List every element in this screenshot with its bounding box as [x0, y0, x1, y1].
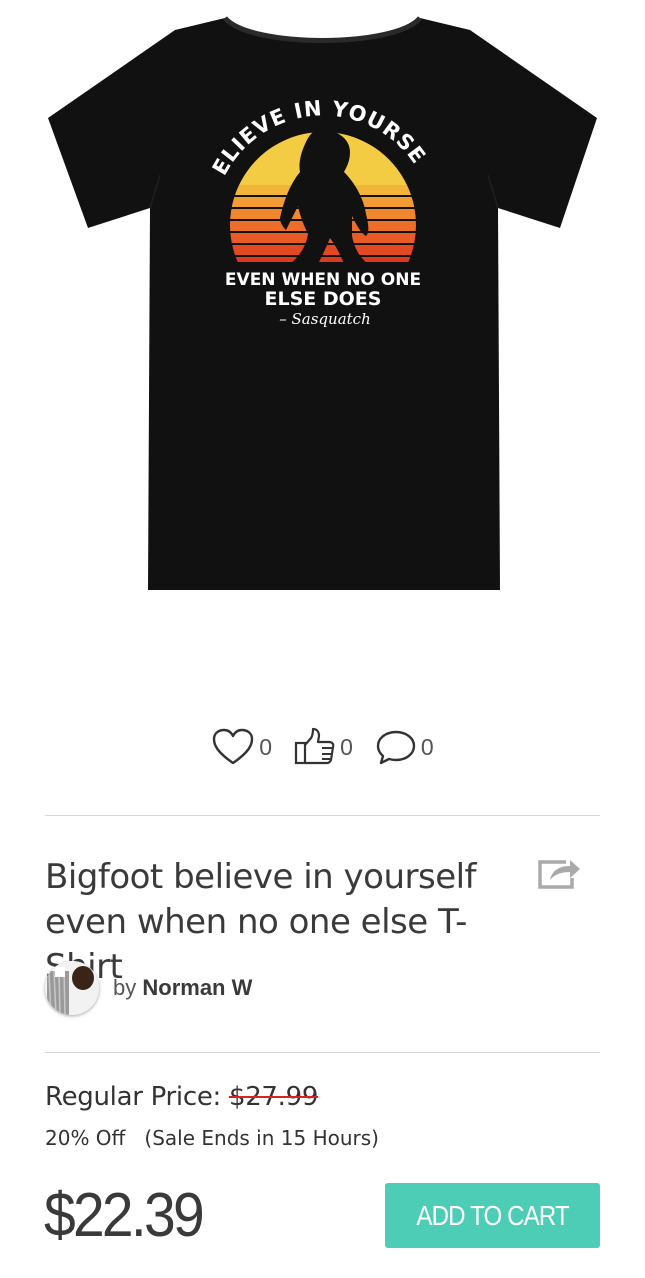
heart-icon — [213, 728, 254, 765]
sale-price: $22.39 — [44, 1181, 205, 1250]
print-signature: – Sasquatch — [279, 310, 370, 328]
favorite-count: 0 — [259, 733, 273, 760]
add-to-cart-label: ADD TO CART — [416, 1199, 569, 1231]
regular-price-value: $27.99 — [228, 1082, 319, 1112]
thumbs-up-count: 0 — [340, 733, 353, 760]
print-line2: ELSE DOES — [265, 288, 382, 310]
discount-text: 20% Off — [45, 1126, 126, 1150]
designer-info: by Norman W — [45, 960, 252, 1016]
print-line1: EVEN WHEN NO ONE — [225, 270, 421, 290]
add-to-cart-button[interactable]: ADD TO CART — [385, 1183, 600, 1248]
designer-name-link[interactable]: Norman W — [142, 975, 252, 1000]
tshirt-graphic: BELIEVE IN YOURSELF EVEN WHEN NO ONE ELS… — [0, 0, 597, 590]
social-actions: 0 0 0 — [0, 725, 645, 769]
regular-price-label: Regular Price: — [45, 1082, 221, 1112]
favorite-button[interactable]: 0 — [211, 727, 272, 767]
regular-price-line: Regular Price: $27.99 — [45, 1082, 318, 1112]
comment-count: 0 — [420, 733, 434, 760]
product-image[interactable]: BELIEVE IN YOURSELF EVEN WHEN NO ONE ELS… — [0, 0, 645, 620]
share-icon — [538, 860, 580, 889]
share-button[interactable] — [536, 854, 582, 890]
sale-info: 20% Off (Sale Ends in 15 Hours) — [45, 1126, 379, 1150]
designer-byline: by Norman W — [113, 975, 252, 1001]
avatar-image — [45, 961, 99, 1015]
speech-bubble-icon — [376, 730, 416, 765]
sale-ends-text: (Sale Ends in 15 Hours) — [144, 1126, 379, 1150]
comment-button[interactable]: 0 — [375, 727, 434, 767]
designer-avatar[interactable] — [45, 961, 99, 1015]
thumbs-up-button[interactable]: 0 — [294, 727, 353, 767]
divider-middle — [45, 1052, 600, 1053]
divider-top — [45, 815, 600, 816]
designer-prefix: by — [113, 975, 137, 1000]
thumbs-up-icon — [294, 727, 335, 765]
bottom-toolbar-peek — [0, 1272, 645, 1278]
